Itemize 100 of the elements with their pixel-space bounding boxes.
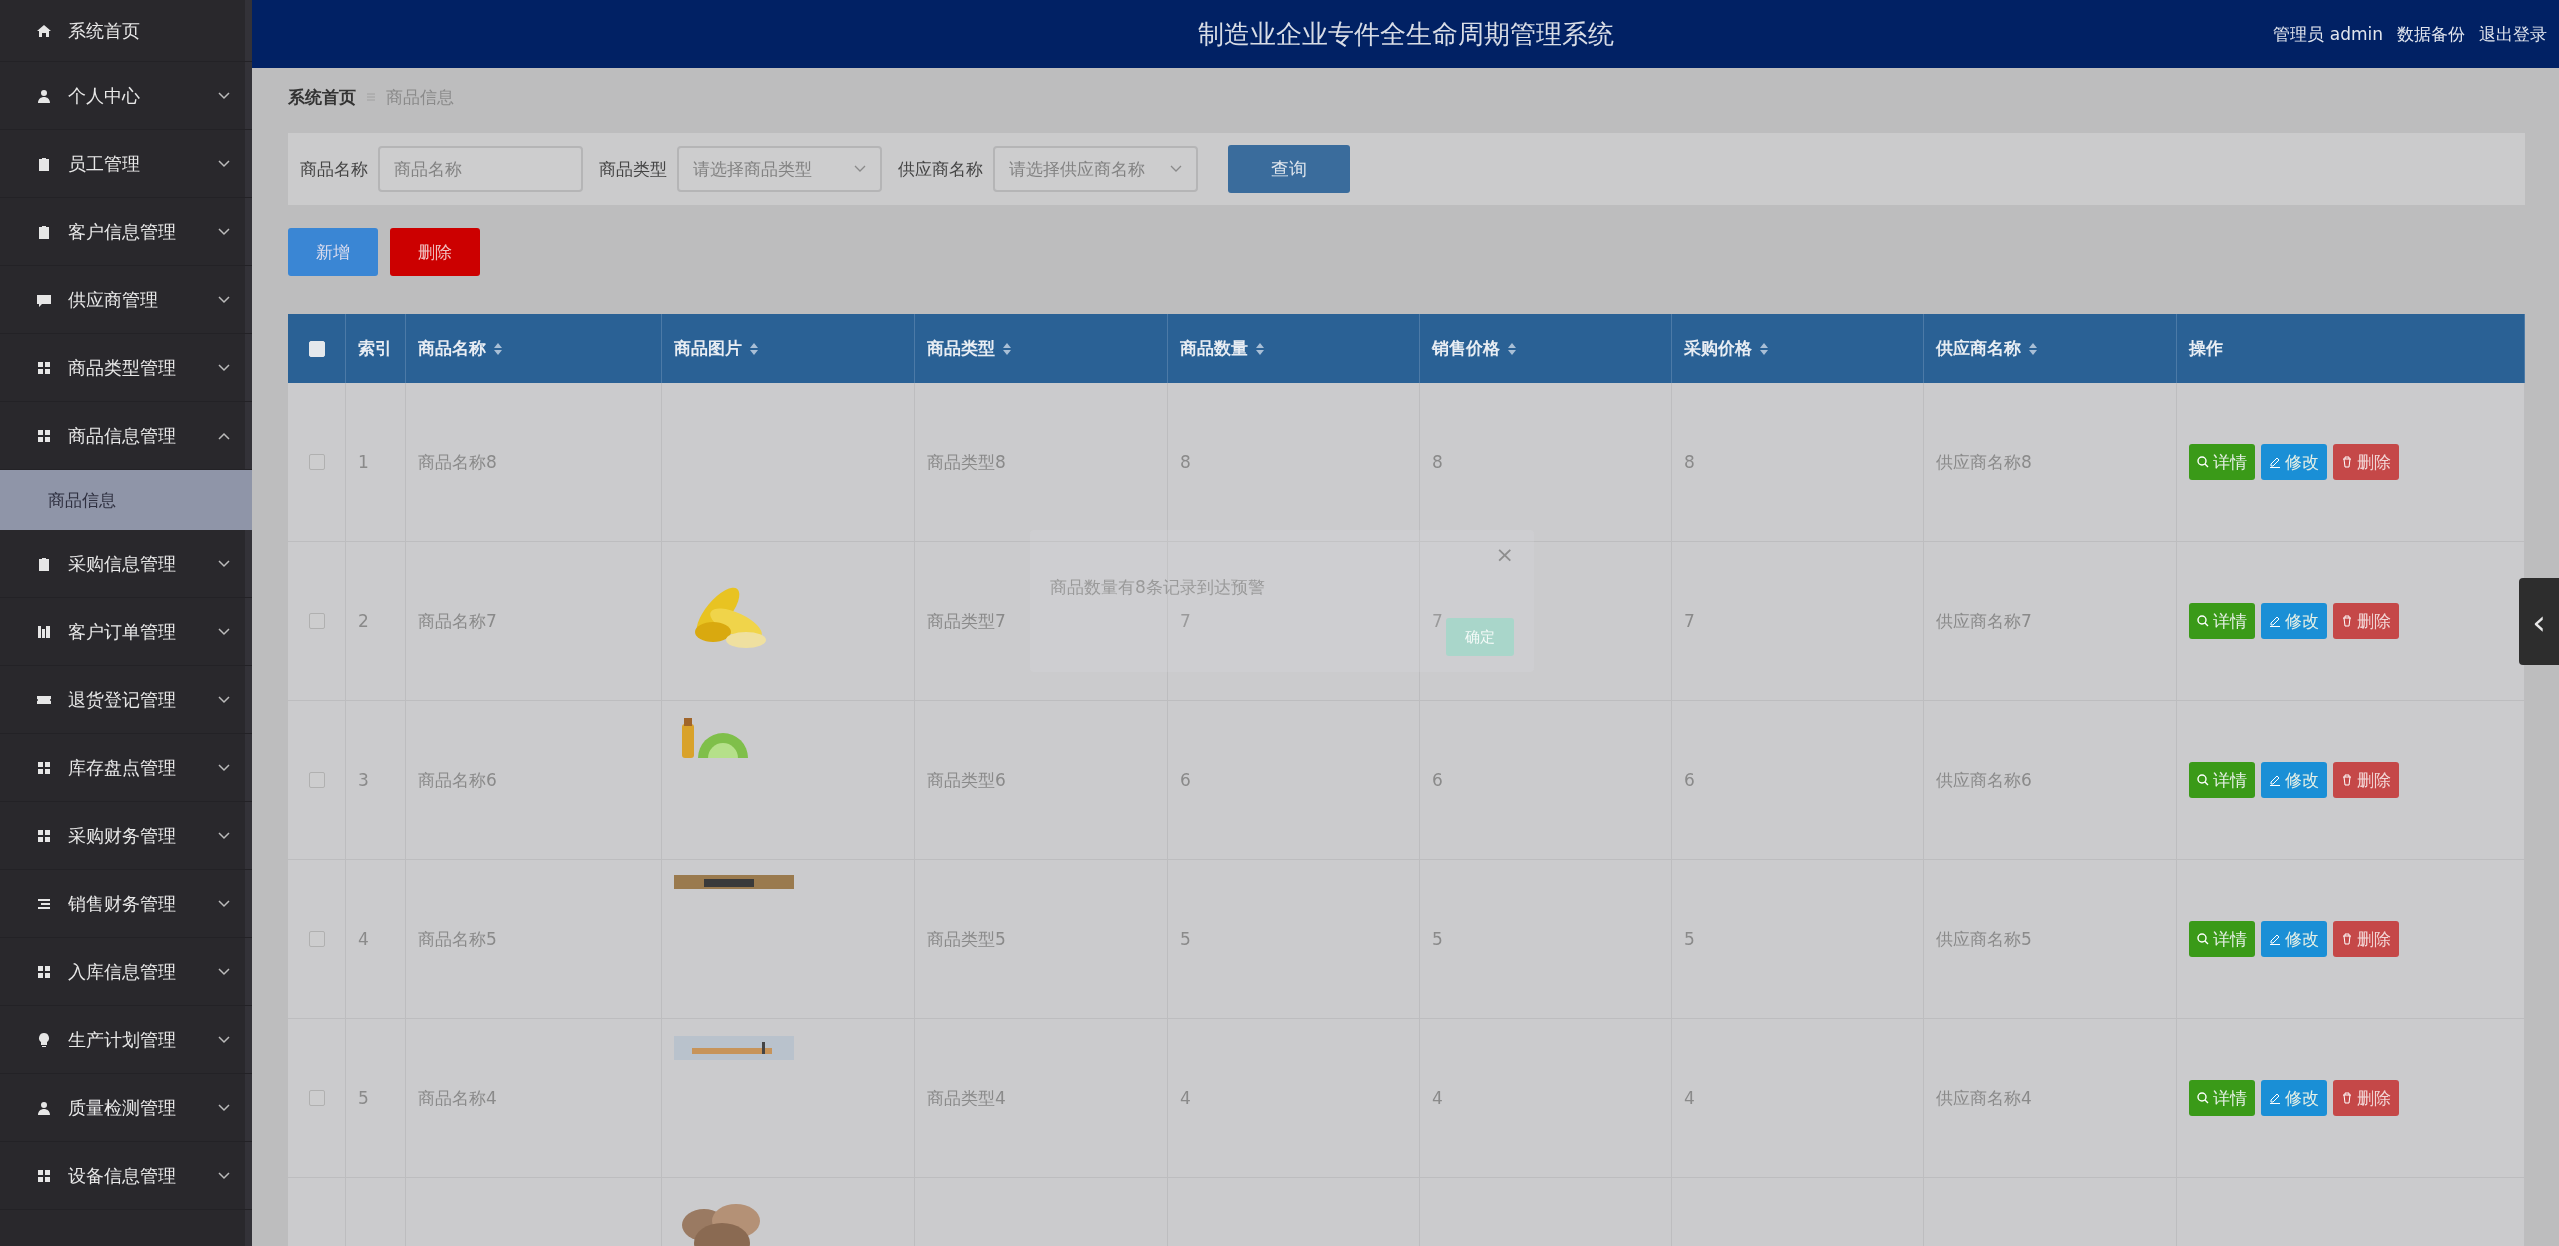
chevron-down-icon [218, 967, 230, 976]
chevron-down-icon [218, 1103, 230, 1112]
bulb-icon [36, 1031, 52, 1048]
grid-icon [36, 963, 52, 980]
search-icon [2197, 456, 2209, 468]
query-button[interactable]: 查询 [1228, 145, 1350, 193]
side-tab[interactable]: ‹ [2519, 578, 2559, 665]
delete-button[interactable]: 删除 [390, 228, 480, 276]
checkbox[interactable] [308, 613, 325, 629]
field-label: 商品类型 [599, 157, 667, 181]
chevron-down-icon [218, 695, 230, 704]
delete-row-button[interactable]: 删除 [2333, 1080, 2399, 1116]
search-icon [2197, 933, 2209, 945]
sidebar-label: 设备信息管理 [68, 1163, 177, 1188]
sidebar-label: 供应商管理 [68, 287, 159, 312]
app-title: 制造业企业专件全生命周期管理系统 [1197, 17, 1614, 51]
chevron-down-icon [218, 627, 230, 636]
sort-icon[interactable] [1256, 342, 1264, 355]
checkbox[interactable] [308, 454, 325, 470]
sidebar-label: 采购财务管理 [68, 823, 177, 848]
chevron-down-icon [218, 91, 230, 100]
pencil-icon [2269, 933, 2281, 945]
grid-icon [36, 359, 52, 376]
search-icon [2197, 1092, 2209, 1104]
sort-icon[interactable] [750, 342, 758, 355]
sort-icon[interactable] [2029, 342, 2037, 355]
chevron-up-icon [218, 431, 230, 440]
sidebar-label: 库存盘点管理 [68, 755, 177, 780]
trash-icon [2341, 774, 2353, 786]
field-label: 供应商名称 [898, 157, 983, 181]
sidebar-label: 退货登记管理 [68, 687, 177, 712]
search-icon [2197, 774, 2209, 786]
header-link[interactable]: 退出登录 [2479, 22, 2547, 46]
trash-icon [2341, 456, 2353, 468]
clipboard-icon [36, 223, 52, 240]
chevron-down-icon [218, 1171, 230, 1180]
details-button[interactable]: 详情 [2189, 921, 2255, 957]
chevron-down-icon [218, 363, 230, 372]
breadcrumb-home[interactable]: 系统首页 [288, 85, 356, 109]
details-button[interactable]: 详情 [2189, 444, 2255, 480]
delete-row-button[interactable]: 删除 [2333, 603, 2399, 639]
chevron-down-icon [218, 1035, 230, 1044]
checkbox[interactable] [308, 931, 325, 947]
edit-button[interactable]: 修改 [2261, 762, 2327, 798]
pencil-icon [2269, 1092, 2281, 1104]
sidebar-label: 个人中心 [68, 83, 141, 108]
pencil-icon [2269, 615, 2281, 627]
chevron-down-icon [218, 831, 230, 840]
pencil-icon [2269, 456, 2281, 468]
trash-icon [2341, 1092, 2353, 1104]
chevron-down-icon [854, 165, 866, 173]
field-label: 商品名称 [300, 157, 368, 181]
header-link[interactable]: 管理员 admin [2273, 22, 2383, 46]
details-button[interactable]: 详情 [2189, 762, 2255, 798]
checkbox[interactable] [308, 772, 325, 788]
delete-row-button[interactable]: 删除 [2333, 762, 2399, 798]
pencil-icon [2269, 774, 2281, 786]
clipboard-icon [36, 155, 52, 172]
grid-icon [36, 827, 52, 844]
user-icon [36, 87, 52, 104]
sidebar-label: 质量检测管理 [68, 1095, 177, 1120]
sidebar-label: 生产计划管理 [68, 1027, 177, 1052]
details-button[interactable]: 详情 [2189, 603, 2255, 639]
chevron-down-icon [218, 159, 230, 168]
sort-icon[interactable] [494, 342, 502, 355]
chevron-down-icon [218, 227, 230, 236]
delete-row-button[interactable]: 删除 [2333, 444, 2399, 480]
grid-icon [36, 1167, 52, 1184]
trash-icon [2341, 933, 2353, 945]
trash-icon [2341, 615, 2353, 627]
sidebar-label: 商品信息管理 [68, 423, 177, 448]
home-icon [36, 22, 52, 39]
chart-icon [36, 623, 52, 640]
sort-icon[interactable] [1760, 342, 1768, 355]
clipboard-icon [36, 555, 52, 572]
add-button[interactable]: 新增 [288, 228, 378, 276]
sidebar-label: 销售财务管理 [68, 891, 177, 916]
edit-button[interactable]: 修改 [2261, 603, 2327, 639]
user-icon [36, 1099, 52, 1116]
delete-row-button[interactable]: 删除 [2333, 921, 2399, 957]
details-button[interactable]: 详情 [2189, 1080, 2255, 1116]
header-link[interactable]: 数据备份 [2397, 22, 2465, 46]
sidebar-label: 系统首页 [68, 18, 141, 43]
chevron-down-icon [218, 899, 230, 908]
sidebar-label: 商品类型管理 [68, 355, 177, 380]
sort-icon[interactable] [1508, 342, 1516, 355]
checkbox[interactable] [308, 1090, 325, 1106]
input-field[interactable]: 商品名称 [378, 146, 583, 192]
sidebar-label: 客户信息管理 [68, 219, 177, 244]
sidebar-label: 员工管理 [68, 151, 141, 176]
edit-button[interactable]: 修改 [2261, 1080, 2327, 1116]
grid-icon [36, 427, 52, 444]
edit-button[interactable]: 修改 [2261, 921, 2327, 957]
sidebar-label: 客户订单管理 [68, 619, 177, 644]
sidebar-subitem[interactable]: 商品信息 [0, 470, 252, 530]
sort-icon[interactable] [1003, 342, 1011, 355]
sidebar-label: 入库信息管理 [68, 959, 177, 984]
grid-icon [36, 759, 52, 776]
sidebar-label: 采购信息管理 [68, 551, 177, 576]
edit-button[interactable]: 修改 [2261, 444, 2327, 480]
